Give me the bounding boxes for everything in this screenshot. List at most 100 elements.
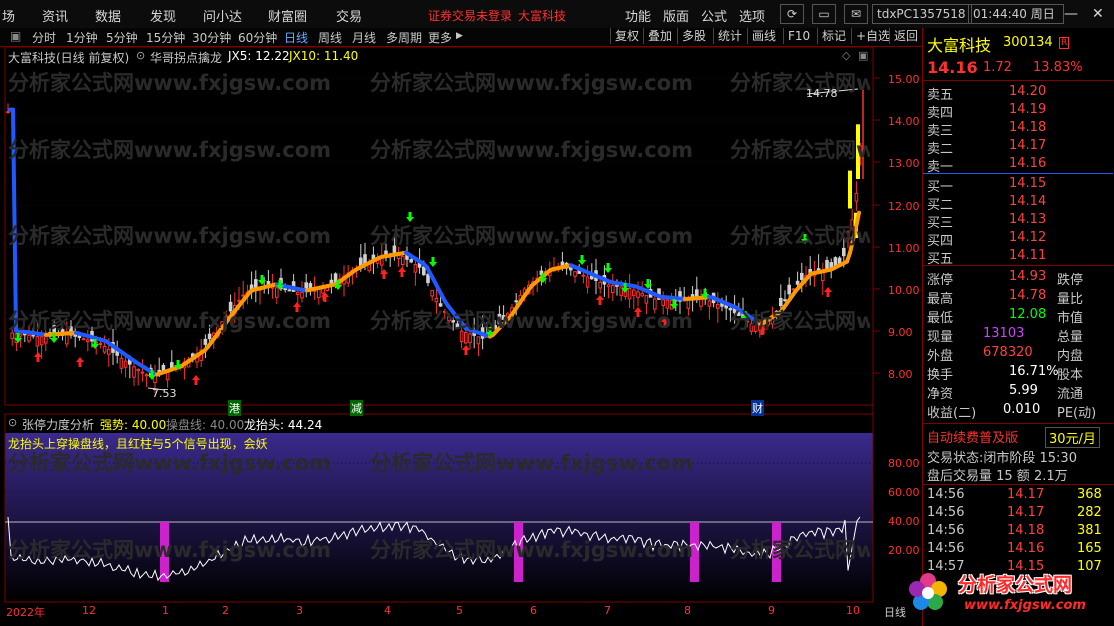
tick-row[interactable]: 14:56 14.17 282 <box>927 505 1112 523</box>
period-tab-monthly[interactable]: 月线 <box>352 29 376 46</box>
tool-f10[interactable]: F10 <box>783 28 814 44</box>
x-label: 7 <box>604 604 611 617</box>
mail-icon[interactable]: ✉ <box>844 4 868 24</box>
stat-value: 5.99 <box>1009 383 1038 398</box>
promo-text[interactable]: 自动续费普及版 <box>927 427 1018 446</box>
toolbar-toggle-icon[interactable]: ▣ <box>10 29 21 43</box>
close-icon[interactable]: ✕ <box>1092 6 1104 22</box>
candle-body <box>65 334 69 345</box>
stat-row[interactable]: 涨停 14.93 跌停 <box>927 269 1112 288</box>
chat-icon[interactable]: ▭ <box>812 4 836 24</box>
tool-back[interactable]: 返回 <box>889 28 922 44</box>
stat-value: 14.93 <box>1009 269 1047 284</box>
bid-row[interactable]: 买三 14.13 <box>927 212 1112 231</box>
period-tab-multi[interactable]: 多周期 <box>386 29 422 46</box>
kline-chart-area[interactable]: 分析家公式网www.fxjgsw.com 分析家公式网www.fxjgsw.co… <box>0 47 922 622</box>
stat-label: 涨停 <box>927 273 954 288</box>
period-tab-30min[interactable]: 30分钟 <box>192 29 231 46</box>
stat-row[interactable]: 最低 12.08 市值 <box>927 307 1112 326</box>
expand-icon[interactable]: ◇ <box>842 49 850 62</box>
period-tab-60min[interactable]: 60分钟 <box>238 29 277 46</box>
buy-arrow-icon <box>596 295 604 305</box>
period-tab-daily[interactable]: 日线 <box>284 29 308 46</box>
rating-badge: R <box>1059 37 1070 49</box>
watermark: 分析家公式网www.fxjgsw.com <box>8 138 332 162</box>
bid-row[interactable]: 买五 14.11 <box>927 248 1112 267</box>
menu-item-formula[interactable]: 公式 <box>701 6 727 25</box>
stat-row[interactable]: 净资 5.99 流通 <box>927 383 1112 402</box>
menu-item-discover[interactable]: 发现 <box>150 6 176 25</box>
tool-multi-stock[interactable]: 多股 <box>677 28 710 44</box>
more-arrow-icon[interactable]: ▶ <box>456 31 463 41</box>
sub-tick: 60.00 <box>888 486 920 499</box>
bid-price: 14.13 <box>1009 212 1047 227</box>
menu-item-trade[interactable]: 交易 <box>336 6 362 25</box>
menu-item-news[interactable]: 资讯 <box>42 6 68 25</box>
marker-hk[interactable]: 港 <box>228 400 241 416</box>
menu-item-layout[interactable]: 版面 <box>663 6 689 25</box>
bid-label: 买二 <box>927 198 954 213</box>
ask-row[interactable]: 卖一 14.16 <box>927 156 1112 175</box>
indicator-menu-icon[interactable]: ⊙ <box>136 49 145 62</box>
tool-fuquan[interactable]: 复权 <box>610 28 643 44</box>
candle-body <box>241 294 245 297</box>
tool-mark[interactable]: 标记 <box>817 28 850 44</box>
refresh-icon[interactable]: ⟳ <box>780 4 804 24</box>
ask-row[interactable]: 卖三 14.18 <box>927 120 1112 139</box>
menu-item-function[interactable]: 功能 <box>625 6 651 25</box>
stat-row[interactable]: 外盘 678320 内盘 <box>927 345 1112 364</box>
tool-draw-line[interactable]: 画线 <box>747 28 780 44</box>
login-warning[interactable]: 证券交易未登录 <box>428 7 512 24</box>
candle-body <box>401 256 405 266</box>
stat-row[interactable]: 收益(二) 0.010 PE(动) <box>927 402 1112 421</box>
watermark: 分析家公式网www.fxjgsw.com <box>730 224 870 248</box>
ask-price: 14.20 <box>1009 84 1047 99</box>
candle-body <box>144 374 149 377</box>
stat-row[interactable]: 现量 13103 总量 <box>927 326 1112 345</box>
stat-row[interactable]: 换手 16.71% 股本 <box>927 364 1112 383</box>
menu-item-xiaoda[interactable]: 问小达 <box>203 6 242 25</box>
period-tab-5min[interactable]: 5分钟 <box>106 29 138 46</box>
period-tab-15min[interactable]: 15分钟 <box>146 29 185 46</box>
candle-body <box>203 338 208 345</box>
bid-row[interactable]: 买二 14.14 <box>927 194 1112 213</box>
buy-arrow-icon <box>462 345 470 355</box>
minimize-icon[interactable]: — <box>1064 6 1078 22</box>
menu-item-market[interactable]: 场 <box>2 6 15 25</box>
candle-body <box>123 360 128 368</box>
bid-row[interactable]: 买四 14.12 <box>927 230 1112 249</box>
indicator-name[interactable]: 华哥拐点擒龙 <box>150 49 222 66</box>
tool-stats[interactable]: 统计 <box>713 28 746 44</box>
ask-row[interactable]: 卖五 14.20 <box>927 84 1112 103</box>
tick-row[interactable]: 14:56 14.16 165 <box>927 541 1112 559</box>
ask-label: 卖四 <box>927 106 954 121</box>
marker-finance[interactable]: 财 <box>751 400 764 416</box>
ask-row[interactable]: 卖四 14.19 <box>927 102 1112 121</box>
period-tab-more[interactable]: 更多 <box>428 29 452 46</box>
period-tab-fenshi[interactable]: 分时 <box>32 29 56 46</box>
period-tab-1min[interactable]: 1分钟 <box>66 29 98 46</box>
tick-time: 14:56 <box>927 523 965 538</box>
candle-body <box>6 111 10 114</box>
menu-item-wealth-circle[interactable]: 财富圈 <box>268 6 307 25</box>
ask-row[interactable]: 卖二 14.17 <box>927 138 1112 157</box>
candle-body <box>426 273 430 284</box>
menu-item-data[interactable]: 数据 <box>95 6 121 25</box>
tick-row[interactable]: 14:56 14.18 381 <box>927 523 1112 541</box>
sub-indicator-menu-icon[interactable]: ⊙ <box>8 416 17 429</box>
candle-body <box>275 287 279 298</box>
tool-add-watchlist[interactable]: +自选 <box>851 28 894 44</box>
price-tick: 10.00 <box>888 284 920 297</box>
tool-overlay[interactable]: 叠加 <box>643 28 676 44</box>
period-tab-weekly[interactable]: 周线 <box>318 29 342 46</box>
promo-price[interactable]: 30元/月 <box>1045 427 1100 448</box>
menu-item-options[interactable]: 选项 <box>739 6 765 25</box>
sub-indicator-title[interactable]: 张停力度分析 <box>22 416 94 433</box>
bid-row[interactable]: 买一 14.15 <box>927 176 1112 195</box>
marker-reduce[interactable]: 减 <box>350 400 363 416</box>
panel-toggle-icon[interactable]: ▣ <box>858 49 868 62</box>
stat-row[interactable]: 最高 14.78 量比 <box>927 288 1112 307</box>
sell-arrow-icon <box>604 263 612 273</box>
flower-logo-icon <box>908 572 948 612</box>
tick-row[interactable]: 14:56 14.17 368 <box>927 487 1112 505</box>
